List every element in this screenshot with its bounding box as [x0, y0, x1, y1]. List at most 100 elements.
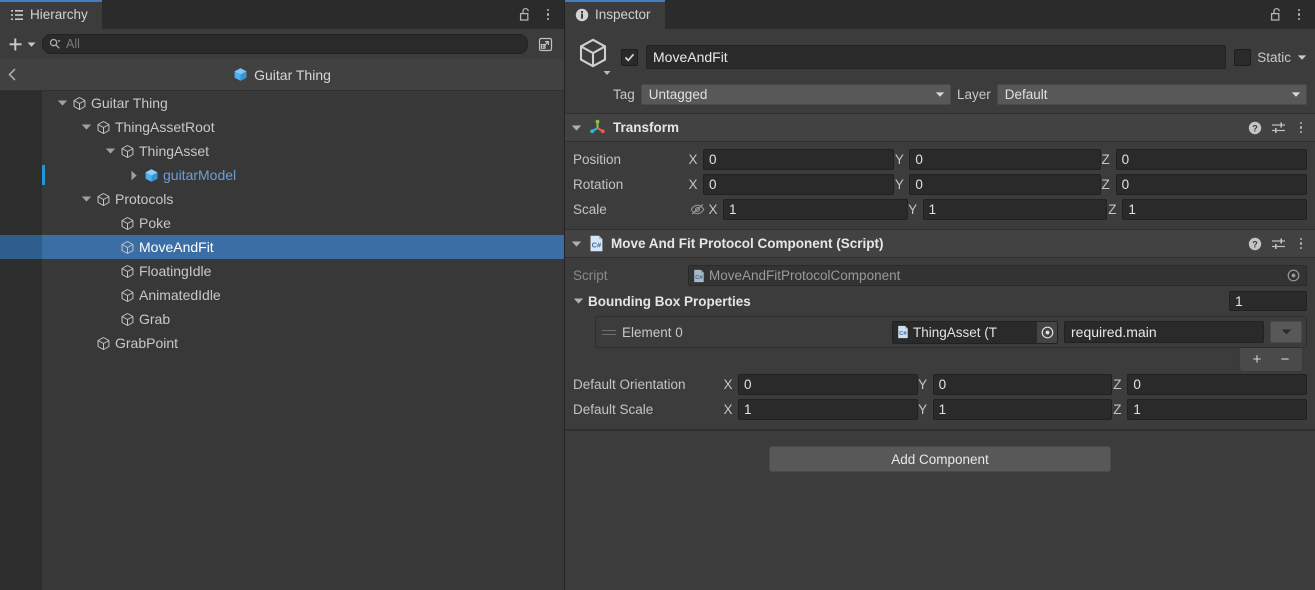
number-input-x[interactable]: 0 — [703, 149, 895, 170]
number-input-z[interactable]: 1 — [1122, 199, 1308, 220]
popout-window-button[interactable] — [534, 34, 556, 54]
bounding-box-array-size-input[interactable]: 1 — [1229, 291, 1307, 311]
preset-sliders-icon[interactable] — [1271, 237, 1286, 251]
lock-open-icon[interactable] — [519, 7, 532, 22]
script-component-header[interactable]: C# Move And Fit Protocol Component (Scri… — [565, 230, 1315, 258]
chevron-right-icon[interactable] — [128, 169, 140, 181]
lock-open-icon[interactable] — [1270, 7, 1283, 22]
prefab-cube-icon — [144, 168, 159, 183]
number-input-x[interactable]: 0 — [703, 174, 895, 195]
static-toggle-group: Static — [1234, 48, 1307, 66]
property-row-default-scale: Default Scale X 1 Y 1 Z 1 — [573, 397, 1308, 422]
hierarchy-item-floatingidle[interactable]: FloatingIdle — [0, 259, 564, 283]
search-input[interactable]: All — [42, 34, 528, 54]
element-object-field[interactable]: C# ThingAsset (T — [892, 320, 1058, 344]
transform-component-header[interactable]: Transform ? — [565, 114, 1315, 142]
number-input-y[interactable]: 0 — [932, 374, 1113, 395]
move-and-fit-protocol-component: C# Move And Fit Protocol Component (Scri… — [565, 230, 1315, 430]
number-value: 1 — [729, 202, 737, 217]
foldout-triangle-icon[interactable] — [571, 240, 582, 248]
kebab-menu-icon[interactable] — [1293, 7, 1305, 23]
number-input-z[interactable]: 0 — [1127, 374, 1308, 395]
transform-header-icons: ? — [1248, 120, 1307, 136]
tab-hierarchy[interactable]: Hierarchy — [0, 0, 102, 29]
hierarchy-item-animatedidle[interactable]: AnimatedIdle — [0, 283, 564, 307]
axis-label-y: Y — [908, 202, 918, 217]
vector3-field: X0Y0Z0 — [688, 149, 1307, 170]
number-input-z[interactable]: 0 — [1115, 174, 1307, 195]
foldout-triangle-icon[interactable] — [571, 124, 582, 132]
eye-off-icon[interactable] — [688, 203, 706, 216]
hierarchy-item-label: FloatingIdle — [139, 263, 212, 279]
object-picker-icon[interactable] — [1287, 269, 1300, 282]
number-input-y[interactable]: 0 — [909, 174, 1101, 195]
hierarchy-item-guitar-thing[interactable]: Guitar Thing — [0, 91, 564, 115]
add-component-button[interactable]: Add Component — [769, 446, 1111, 472]
search-placeholder: All — [66, 37, 80, 51]
add-component-area: Add Component — [565, 430, 1315, 472]
hierarchy-tab-icons — [509, 0, 564, 29]
object-picker-icon[interactable] — [1037, 321, 1057, 343]
add-element-button[interactable]: + — [1244, 349, 1270, 370]
drag-handle-icon[interactable] — [602, 329, 616, 335]
hierarchy-item-label: AnimatedIdle — [139, 287, 221, 303]
static-checkbox[interactable] — [1234, 48, 1252, 66]
hierarchy-item-thingassetroot[interactable]: ThingAssetRoot — [0, 115, 564, 139]
hierarchy-item-label: Grab — [139, 311, 171, 327]
number-input-y[interactable]: 0 — [909, 149, 1101, 170]
hierarchy-item-thingasset[interactable]: ThingAsset — [0, 139, 564, 163]
foldout-triangle-icon[interactable] — [573, 297, 584, 305]
layer-dropdown[interactable]: Default — [996, 84, 1307, 105]
breadcrumb-prefab-title[interactable]: Guitar Thing — [0, 67, 564, 83]
element-dropdown-button[interactable] — [1270, 321, 1302, 343]
chevron-down-icon[interactable] — [80, 121, 92, 133]
plus-icon — [8, 37, 23, 52]
gameobject-name-input[interactable]: MoveAndFit — [646, 45, 1227, 69]
hierarchy-item-protocols[interactable]: Protocols — [0, 187, 564, 211]
gameobject-cube-icon — [120, 264, 135, 279]
row-content: FloatingIdle — [104, 263, 211, 279]
hierarchy-item-guitarmodel[interactable]: guitarModel — [0, 163, 564, 187]
help-circle-icon[interactable]: ? — [1248, 237, 1262, 251]
number-input-x[interactable]: 1 — [723, 199, 908, 220]
info-circle-icon — [575, 8, 589, 22]
chevron-down-icon[interactable] — [56, 97, 68, 109]
axis-y: Y0 — [894, 149, 1101, 170]
list-item[interactable]: Element 0 C# ThingAsset (T required.main — [596, 317, 1306, 347]
hierarchy-tree[interactable]: Guitar Thing ThingAssetRoot ThingAsset guit… — [0, 91, 564, 590]
preset-sliders-icon[interactable] — [1271, 121, 1286, 135]
gameobject-cube-icon — [72, 96, 87, 111]
gameobject-icon-button[interactable] — [573, 37, 613, 77]
tag-dropdown[interactable]: Untagged — [640, 84, 951, 105]
hierarchy-item-grabpoint[interactable]: GrabPoint — [0, 331, 564, 355]
hierarchy-item-label: ThingAssetRoot — [115, 119, 215, 135]
number-input-x[interactable]: 0 — [738, 374, 918, 395]
script-object-value: MoveAndFitProtocolComponent — [709, 268, 901, 283]
kebab-menu-icon[interactable] — [1295, 120, 1307, 136]
kebab-menu-icon[interactable] — [1295, 236, 1307, 252]
hierarchy-item-moveandfit[interactable]: MoveAndFit — [0, 235, 564, 259]
hierarchy-item-grab[interactable]: Grab — [0, 307, 564, 331]
chevron-down-icon[interactable] — [1297, 54, 1307, 61]
tab-inspector[interactable]: Inspector — [565, 0, 665, 29]
kebab-menu-icon[interactable] — [542, 7, 554, 23]
help-circle-icon[interactable]: ? — [1248, 121, 1262, 135]
number-input-y[interactable]: 1 — [932, 399, 1113, 420]
chevron-down-icon[interactable] — [104, 145, 116, 157]
number-input-x[interactable]: 1 — [738, 399, 918, 420]
create-gameobject-button[interactable] — [8, 37, 36, 52]
remove-element-button[interactable]: − — [1272, 349, 1298, 370]
element-text-input[interactable]: required.main — [1064, 321, 1264, 343]
number-input-z[interactable]: 0 — [1115, 149, 1307, 170]
chevron-down-icon[interactable] — [80, 193, 92, 205]
bounding-box-properties-foldout[interactable]: Bounding Box Properties 1 — [573, 288, 1307, 314]
breadcrumb-back-button[interactable] — [6, 59, 19, 90]
number-input-y[interactable]: 1 — [922, 199, 1108, 220]
hierarchy-item-poke[interactable]: Poke — [0, 211, 564, 235]
script-header-icons: ? — [1248, 236, 1307, 252]
property-row-scale: Scale X 1 Y 1 Z 1 — [573, 197, 1308, 222]
tag-value: Untagged — [648, 87, 708, 102]
gameobject-enabled-checkbox[interactable] — [621, 48, 638, 66]
number-input-z[interactable]: 1 — [1127, 399, 1308, 420]
remove-element-label: − — [1280, 351, 1290, 368]
